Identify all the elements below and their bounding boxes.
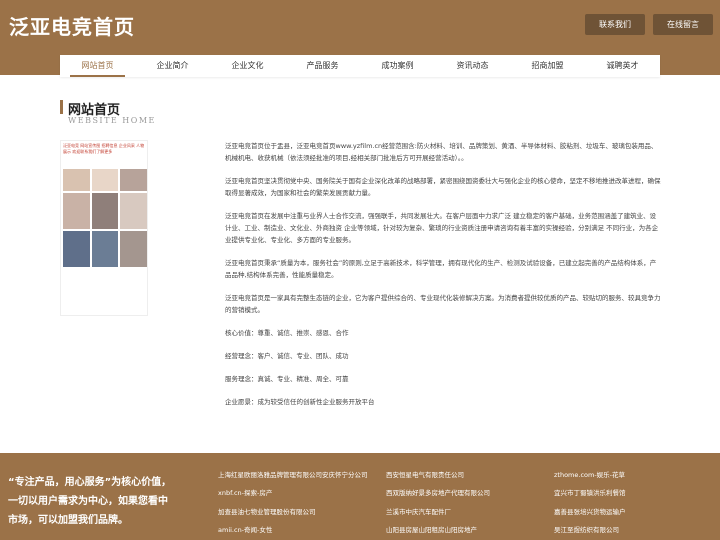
intro-paragraph: 泛亚电竞首页位于盂县，泛亚电竞首页www.yzfilm.cn经营范围含:防火材料… bbox=[225, 142, 658, 162]
footer-link[interactable]: 山阳县房屋山阳租房山阳房地产 bbox=[386, 526, 554, 540]
photo-tile bbox=[91, 169, 119, 191]
footer-link[interactable]: 嘉善县张培兴货物运输户 bbox=[554, 508, 714, 522]
company-vision: 企业愿景：成为较受信任的创新性企业服务开放平台 bbox=[225, 398, 375, 406]
service-philosophy: 服务理念：真诚、专业、精准、周全、可靠 bbox=[225, 375, 349, 383]
photo-tile bbox=[91, 193, 119, 229]
photo-tile bbox=[91, 231, 119, 267]
footer-link[interactable]: 西双版纳好景多房地产代理有限公司 bbox=[386, 489, 554, 503]
nav-item-products[interactable]: 产品服务 bbox=[285, 55, 360, 77]
footer-link-list: 上海红星欧丽洛雅品牌管理有限公司安庆怀宁分公司 西安恒星电气有限责任公司 zth… bbox=[218, 471, 718, 540]
nav-item-franchise[interactable]: 招商加盟 bbox=[510, 55, 585, 77]
footer-link[interactable]: 加查县油七物业管理股份有限公司 bbox=[218, 508, 386, 522]
business-philosophy: 经营理念：客户、诚信、专业、团队、成功 bbox=[225, 352, 349, 360]
core-value: 核心价值：尊重、诚信、推崇、感恩、合作 bbox=[225, 329, 349, 337]
intro-paragraph: 泛亚电竞首页在发展中注重与业界人士合作交流，强强联手，共同发展壮大。在客户层面中… bbox=[225, 212, 659, 244]
photo-tile bbox=[63, 231, 90, 267]
promo-image-caption: 泛亚电竞 网站宣传图 招聘信息 企业风采 人物展示 欢迎联系我们了解更多 bbox=[63, 143, 145, 154]
nav-item-careers[interactable]: 诚聘英才 bbox=[585, 55, 660, 77]
photo-tile bbox=[120, 169, 147, 191]
intro-paragraph: 泛亚电竞首页坚决贯彻党中央、国务院关于国有企业深化改革的战略部署，紧密围绕国资委… bbox=[225, 177, 661, 197]
nav-item-cases[interactable]: 成功案例 bbox=[360, 55, 435, 77]
nav-item-news[interactable]: 资讯动态 bbox=[435, 55, 510, 77]
footer-link[interactable]: 宜兴市丁蜀镇洪乐利餐馆 bbox=[554, 489, 714, 503]
footer-link[interactable]: amii.cn-奇闻-女性 bbox=[218, 526, 386, 540]
footer-link[interactable]: zthome.com-娱乐-花草 bbox=[554, 471, 714, 485]
contact-us-button[interactable]: 联系我们 bbox=[585, 14, 645, 35]
footer-slogan: “专注产品，用心服务”为核心价值，一切以用户需求为中心，如果您看中市场，可以加盟… bbox=[8, 477, 172, 526]
intro-content: 泛亚电竞首页位于盂县，泛亚电竞首页www.yzfilm.cn经营范围含:防火材料… bbox=[225, 140, 661, 419]
intro-paragraph: 泛亚电竞首页是一家具有完整生态链的企业，它为客户提供综合的、专业现代化装修解决方… bbox=[225, 294, 661, 314]
photo-tile bbox=[120, 231, 147, 267]
nav-item-home[interactable]: 网站首页 bbox=[60, 55, 135, 77]
main-nav: 网站首页 企业简介 企业文化 产品服务 成功案例 资讯动态 招商加盟 诚聘英才 bbox=[60, 55, 660, 77]
promo-image-grid bbox=[63, 169, 147, 267]
footer-link[interactable]: xnbf.cn-探索-房产 bbox=[218, 489, 386, 503]
promo-image: 泛亚电竞 网站宣传图 招聘信息 企业风采 人物展示 欢迎联系我们了解更多 bbox=[60, 140, 148, 316]
online-message-button[interactable]: 在线留言 bbox=[653, 14, 713, 35]
nav-item-culture[interactable]: 企业文化 bbox=[210, 55, 285, 77]
photo-tile bbox=[63, 193, 90, 229]
intro-paragraph: 泛亚电竞首页秉承“质量为本，服务社会”的原则,立足于高新技术，科学管理，拥有现代… bbox=[225, 259, 657, 279]
footer: “专注产品，用心服务”为核心价值，一切以用户需求为中心，如果您看中市场，可以加盟… bbox=[0, 453, 720, 540]
section-subtitle: WEBSITE HOME bbox=[68, 116, 156, 125]
footer-link[interactable]: 上海红星欧丽洛雅品牌管理有限公司安庆怀宁分公司 bbox=[218, 471, 386, 485]
photo-tile bbox=[120, 193, 147, 229]
footer-link[interactable]: 兰溪市中庆汽车配件厂 bbox=[386, 508, 554, 522]
footer-link[interactable]: 吴江至煜纺织有限公司 bbox=[554, 526, 714, 540]
photo-tile bbox=[63, 169, 90, 191]
footer-link[interactable]: 西安恒星电气有限责任公司 bbox=[386, 471, 554, 485]
site-title[interactable]: 泛亚电竞首页 bbox=[9, 11, 135, 40]
nav-item-company-profile[interactable]: 企业简介 bbox=[135, 55, 210, 77]
section-accent-bar bbox=[60, 100, 63, 114]
